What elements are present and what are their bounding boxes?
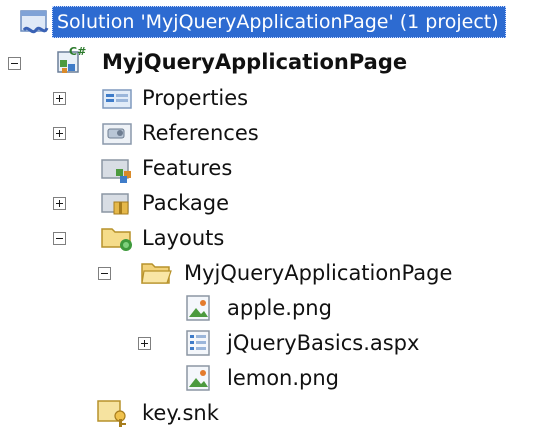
features-node[interactable]: Features [142, 151, 232, 185]
package-label: Package [142, 191, 230, 215]
package-node[interactable]: Package [142, 186, 229, 220]
layouts-label: Layouts [142, 226, 225, 250]
references-label: References [142, 121, 259, 145]
properties-node[interactable]: Properties [142, 81, 248, 115]
expand-toggle-aspx[interactable] [138, 337, 151, 350]
expand-toggle-references[interactable] [53, 127, 66, 140]
layouts-node[interactable]: Layouts [142, 221, 224, 255]
image-file-icon [186, 295, 210, 321]
package-icon [101, 193, 129, 215]
solution-explorer-tree: Solution 'MyjQueryApplicationPage' (1 pr… [0, 0, 554, 433]
collapse-toggle-layouts-folder[interactable] [98, 267, 111, 280]
references-icon [102, 123, 132, 145]
file-node-apple[interactable]: apple.png [227, 291, 332, 325]
project-label: MyjQueryApplicationPage [102, 50, 408, 74]
keyfile-label: key.snk [142, 401, 219, 425]
solution-icon [20, 10, 49, 34]
properties-icon [102, 89, 132, 109]
csharp-project-icon: C# [57, 45, 86, 73]
image-file-icon [186, 365, 210, 391]
layouts-subfolder-node[interactable]: MyjQueryApplicationPage [184, 256, 452, 290]
file-label-apple: apple.png [227, 296, 332, 320]
layouts-subfolder-label: MyjQueryApplicationPage [184, 261, 453, 285]
file-node-aspx[interactable]: jQueryBasics.aspx [227, 326, 419, 360]
layouts-folder-icon [101, 228, 132, 251]
expand-toggle-properties[interactable] [53, 92, 66, 105]
file-label-aspx: jQueryBasics.aspx [227, 331, 420, 355]
open-folder-icon [141, 263, 172, 284]
collapse-toggle-layouts[interactable] [53, 232, 66, 245]
solution-label: Solution 'MyjQueryApplicationPage' (1 pr… [52, 6, 506, 38]
features-label: Features [142, 156, 233, 180]
keyfile-node[interactable]: key.snk [142, 396, 219, 430]
project-node[interactable]: MyjQueryApplicationPage [102, 45, 407, 79]
file-label-lemon: lemon.png [227, 366, 340, 390]
aspx-file-icon [186, 330, 210, 356]
svg-text:C#: C# [69, 45, 86, 58]
file-node-lemon[interactable]: lemon.png [227, 361, 339, 395]
solution-node[interactable]: Solution 'MyjQueryApplicationPage' (1 pr… [52, 5, 506, 39]
collapse-toggle-project[interactable] [8, 57, 21, 70]
features-folder-icon [101, 159, 131, 183]
properties-label: Properties [142, 86, 249, 110]
expand-toggle-package[interactable] [53, 197, 66, 210]
references-node[interactable]: References [142, 116, 259, 150]
key-file-icon [97, 400, 126, 427]
